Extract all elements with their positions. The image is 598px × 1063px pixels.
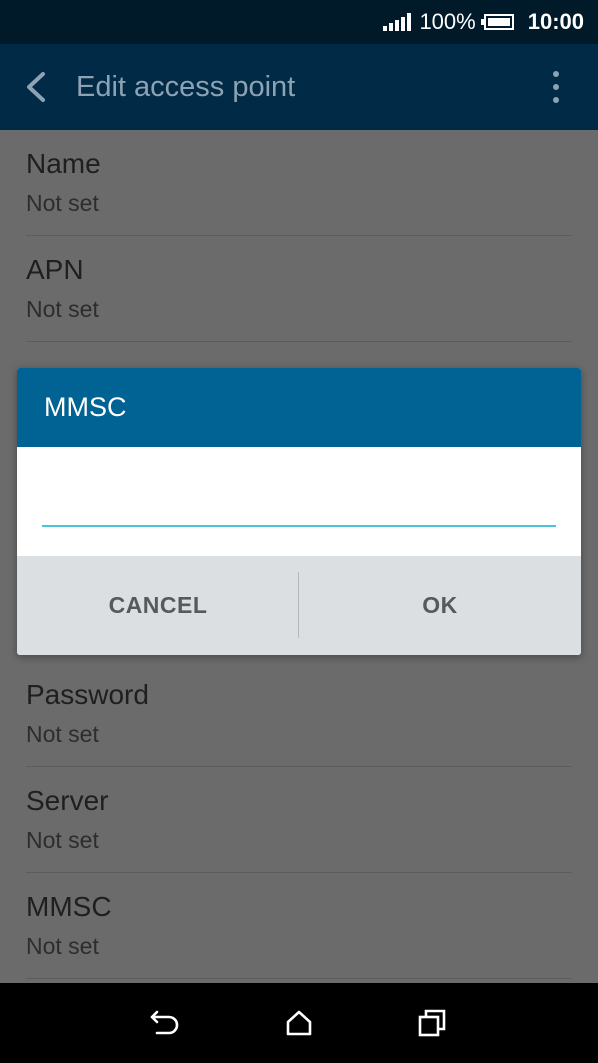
chevron-left-icon — [27, 72, 45, 102]
battery-icon — [480, 14, 514, 30]
list-item-value: Not set — [26, 721, 99, 747]
dialog-actions: CANCEL OK — [17, 556, 581, 655]
battery-percent: 100% — [419, 9, 476, 34]
list-item-value: Not set — [26, 827, 99, 853]
list-item-title: Server — [26, 785, 109, 816]
list-item-name[interactable]: Name Not set — [26, 130, 572, 236]
list-item-value: Not set — [26, 190, 99, 216]
list-item-title: APN — [26, 254, 84, 285]
list-item-title: MMSC — [26, 891, 112, 922]
list-item-title: Name — [26, 148, 101, 179]
cancel-button[interactable]: CANCEL — [17, 556, 299, 655]
ok-button[interactable]: OK — [299, 556, 581, 655]
page-title: Edit access point — [76, 70, 296, 103]
list-item-value: Not set — [26, 933, 99, 959]
navigation-bar — [0, 983, 598, 1063]
nav-back-button[interactable] — [136, 993, 196, 1053]
list-item-title: Password — [26, 679, 149, 710]
signal-icon — [383, 13, 412, 31]
home-icon — [286, 1010, 312, 1036]
mmsc-dialog: MMSC CANCEL OK — [17, 368, 581, 655]
status-bar: 100% 10:00 — [0, 0, 598, 44]
back-button[interactable] — [4, 44, 68, 130]
button-divider — [298, 572, 299, 638]
list-item-mmsc[interactable]: MMSC Not set — [26, 873, 572, 979]
nav-recents-button[interactable] — [402, 993, 462, 1053]
screen: 100% 10:00 Edit access point Name Not se… — [0, 0, 598, 1063]
app-bar: Edit access point — [0, 44, 598, 130]
clock: 10:00 — [527, 9, 584, 34]
nav-back-icon — [151, 1010, 179, 1035]
list-item-server[interactable]: Server Not set — [26, 767, 572, 873]
mmsc-input[interactable] — [42, 477, 556, 527]
recents-icon — [418, 1009, 445, 1037]
more-vert-icon — [553, 71, 559, 77]
dialog-body — [17, 447, 581, 556]
list-item-password[interactable]: Password Not set — [26, 661, 572, 767]
overflow-menu-button[interactable] — [536, 44, 576, 130]
list-item-apn[interactable]: APN Not set — [26, 236, 572, 342]
nav-home-button[interactable] — [269, 993, 329, 1053]
list-item-value: Not set — [26, 296, 99, 322]
dialog-title: MMSC — [17, 368, 581, 447]
